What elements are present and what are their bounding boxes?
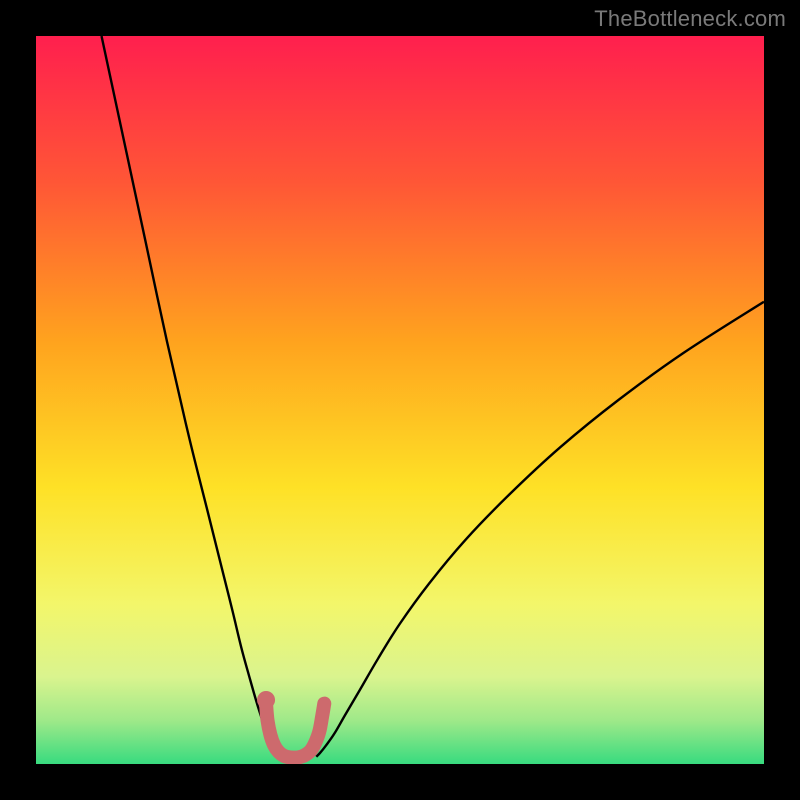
bottleneck-chart	[0, 0, 800, 800]
watermark-text: TheBottleneck.com	[594, 6, 786, 32]
minimum-highlight-dot	[257, 691, 275, 709]
plot-background	[36, 36, 764, 764]
chart-frame: TheBottleneck.com	[0, 0, 800, 800]
